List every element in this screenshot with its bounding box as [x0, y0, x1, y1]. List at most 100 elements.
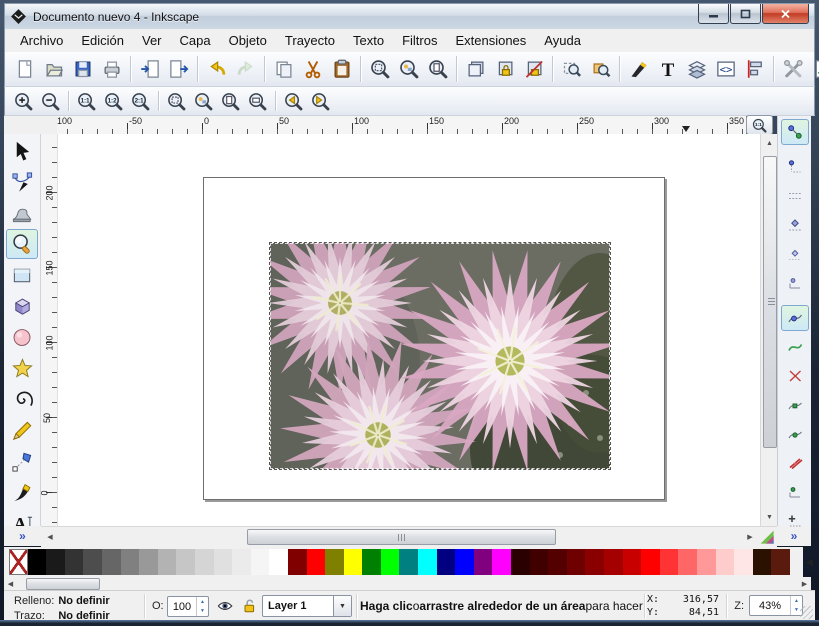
open-document-button[interactable]	[39, 55, 68, 84]
layers-dialog-button[interactable]	[682, 55, 711, 84]
layer-lock-button[interactable]	[238, 595, 260, 617]
palette-swatch[interactable]	[344, 549, 363, 575]
palette-scroll-thumb[interactable]	[26, 578, 100, 590]
close-button[interactable]	[762, 4, 809, 24]
minimize-button[interactable]	[698, 4, 729, 24]
menu-item-edicion[interactable]: Edición	[72, 30, 133, 51]
palette-swatch-none[interactable]	[9, 549, 28, 575]
palette-swatch[interactable]	[753, 549, 772, 575]
zoom-1-2-button[interactable]: 1:2	[100, 88, 127, 114]
palette-swatch[interactable]	[604, 549, 623, 575]
palette-scroll-left-icon[interactable]: ◀	[806, 557, 813, 568]
palette-swatch[interactable]	[46, 549, 65, 575]
snap-bbox-corners-button[interactable]	[781, 212, 809, 238]
snap-bbox-edges-button[interactable]	[781, 183, 809, 209]
layer-selector[interactable]: Layer 1 ▼	[262, 595, 352, 617]
xml-editor-button[interactable]: <>	[711, 55, 740, 84]
new-document-button[interactable]	[10, 55, 39, 84]
menu-item-archivo[interactable]: Archivo	[11, 30, 72, 51]
palette-swatch[interactable]	[399, 549, 418, 575]
select-original-button[interactable]	[586, 55, 615, 84]
window-resize-grip[interactable]	[800, 606, 813, 619]
export-document-button[interactable]	[164, 55, 193, 84]
zoom-1-1-button[interactable]: 1:1	[73, 88, 100, 114]
find-button[interactable]	[557, 55, 586, 84]
palette-swatch[interactable]	[567, 549, 586, 575]
palette-swatch[interactable]	[65, 549, 84, 575]
palette-swatch[interactable]	[325, 549, 344, 575]
palette-swatch[interactable]	[678, 549, 697, 575]
zoom-fit-page-button[interactable]	[423, 55, 452, 84]
spiral-tool-button[interactable]	[6, 384, 38, 414]
save-document-button[interactable]	[68, 55, 97, 84]
pencil-tool-button[interactable]	[6, 415, 38, 445]
box3d-tool-button[interactable]	[6, 291, 38, 321]
palette-swatch[interactable]	[455, 549, 474, 575]
star-tool-button[interactable]	[6, 353, 38, 383]
selector-tool-button[interactable]	[6, 136, 38, 166]
snap-line-midpoints-button[interactable]	[781, 450, 809, 476]
palette-swatch[interactable]	[697, 549, 716, 575]
snap-cusp-nodes-button[interactable]	[781, 392, 809, 418]
palette-swatch[interactable]	[195, 549, 214, 575]
palette-swatch[interactable]	[548, 549, 567, 575]
menu-item-filtros[interactable]: Filtros	[393, 30, 446, 51]
snap-smooth-nodes-button[interactable]	[781, 421, 809, 447]
snap-page-border-button[interactable]	[781, 508, 809, 534]
align-dialog-button[interactable]	[740, 55, 769, 84]
ellipse-tool-button[interactable]	[6, 322, 38, 352]
menu-item-ver[interactable]: Ver	[133, 30, 171, 51]
menu-item-capa[interactable]: Capa	[171, 30, 220, 51]
palette-swatch[interactable]	[307, 549, 326, 575]
palette-swatch[interactable]	[437, 549, 456, 575]
menu-item-trayecto[interactable]: Trayecto	[276, 30, 344, 51]
palette-swatch[interactable]	[232, 549, 251, 575]
palette-swatch[interactable]	[176, 549, 195, 575]
palette-swatch[interactable]	[121, 549, 140, 575]
zoom-page-width-button[interactable]	[244, 88, 271, 114]
color-managed-view-button[interactable]	[757, 527, 776, 545]
snap-bbox-button[interactable]	[781, 154, 809, 180]
palette-scroll-right-arrow[interactable]: ▶	[799, 578, 810, 589]
palette-swatch[interactable]	[418, 549, 437, 575]
palette-swatch[interactable]	[251, 549, 270, 575]
horizontal-scrollbar[interactable]: ◀ ▶	[41, 526, 777, 547]
copy-button[interactable]	[269, 55, 298, 84]
palette-swatch[interactable]	[362, 549, 381, 575]
redo-button[interactable]	[231, 55, 260, 84]
palette-swatch[interactable]	[474, 549, 493, 575]
menu-item-objeto[interactable]: Objeto	[220, 30, 276, 51]
paste-button[interactable]	[327, 55, 356, 84]
create-clone-button[interactable]	[490, 55, 519, 84]
zoom-selection-button[interactable]	[163, 88, 190, 114]
horizontal-scroll-thumb[interactable]	[247, 529, 556, 545]
palette-swatch[interactable]	[641, 549, 660, 575]
calligraphy-tool-button[interactable]	[6, 477, 38, 507]
palette-swatch[interactable]	[269, 549, 288, 575]
zoom-previous-button[interactable]	[280, 88, 307, 114]
snap-path-intersections-button[interactable]	[781, 363, 809, 389]
menu-item-ayuda[interactable]: Ayuda	[535, 30, 590, 51]
palette-scrollbar[interactable]: ◀ ▶	[4, 577, 811, 590]
palette-swatch[interactable]	[771, 549, 790, 575]
titlebar[interactable]: Documento nuevo 4 - Inkscape	[4, 3, 815, 29]
scroll-left-arrow[interactable]: ◀	[43, 530, 57, 544]
palette-swatch[interactable]	[288, 549, 307, 575]
vertical-ruler[interactable]: 200150100500	[41, 134, 58, 526]
unlink-clone-button[interactable]	[519, 55, 548, 84]
text-dialog-button[interactable]: T	[653, 55, 682, 84]
inkscape-preferences-button[interactable]	[778, 55, 807, 84]
palette-swatch[interactable]	[102, 549, 121, 575]
snap-object-centers-button[interactable]	[781, 479, 809, 505]
palette-scroll-left-arrow[interactable]: ◀	[5, 578, 16, 589]
rect-tool-button[interactable]	[6, 260, 38, 290]
zoom-fit-drawing-button[interactable]	[394, 55, 423, 84]
zoom-tool-button[interactable]	[6, 229, 38, 259]
snap-nodes-button[interactable]	[781, 305, 809, 331]
maximize-button[interactable]	[730, 4, 761, 24]
snap-to-paths-button[interactable]	[781, 334, 809, 360]
palette-swatch[interactable]	[530, 549, 549, 575]
canvas[interactable]	[57, 134, 761, 526]
layer-dropdown-button[interactable]: ▼	[333, 596, 351, 616]
document-properties-button[interactable]	[807, 55, 819, 84]
